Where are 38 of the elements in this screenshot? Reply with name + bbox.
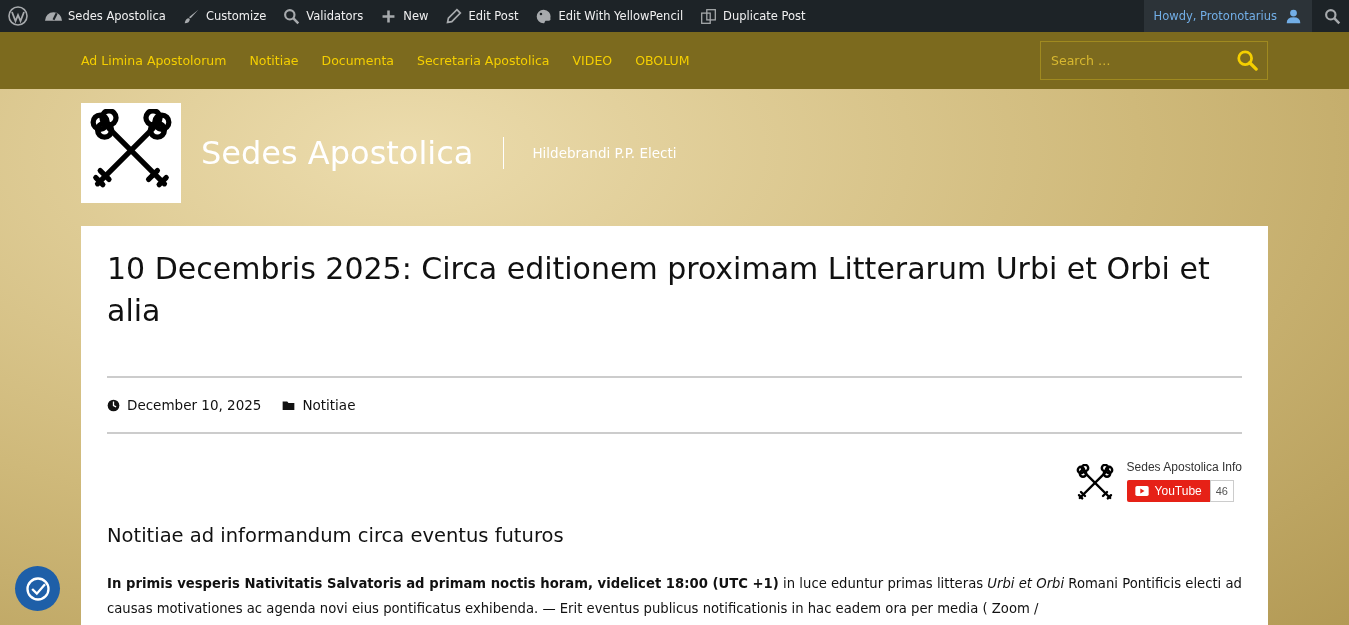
site-logo[interactable]: [81, 103, 181, 203]
palette-icon: [535, 7, 553, 25]
nav-link[interactable]: Documenta: [321, 53, 394, 68]
wordpress-logo-icon[interactable]: [8, 6, 28, 26]
admin-bar-link[interactable]: Edit Post: [468, 9, 519, 23]
site-tagline: Hildebrandi P.P. Electi: [532, 145, 677, 161]
nav-link[interactable]: Ad Limina Apostolorum: [81, 53, 227, 68]
search-field[interactable]: Search …: [1040, 41, 1268, 80]
pencil-icon: [445, 7, 463, 25]
admin-bar-link[interactable]: Customize: [205, 9, 267, 23]
user-icon: [1285, 7, 1302, 25]
gauge-icon: [45, 11, 62, 21]
magnifier-icon: [283, 7, 301, 25]
youtube-subscribe-button[interactable]: YouTube: [1126, 480, 1210, 502]
search-icon[interactable]: [1236, 49, 1258, 71]
nav-link[interactable]: VIDEO: [572, 53, 613, 68]
post-category[interactable]: Notitiae: [302, 397, 356, 413]
account-menu[interactable]: Howdy, Protonotarius: [1143, 0, 1312, 32]
admin-bar-link[interactable]: Edit With YellowPencil: [558, 9, 684, 23]
section-heading: Notitiae ad informandum circa eventus futuros: [107, 524, 565, 547]
clock-icon: [107, 398, 120, 412]
nav-link[interactable]: Secretaria Apostolica: [416, 53, 550, 68]
channel-name: Sedes Apostolica Info: [1126, 460, 1242, 474]
paragraph: In primis vesperis Nativitatis Salvatoris ad primam noctis horam, videlicet 18:00 (UTC +1) in luce eduntur primas litteras Urbi et Orbi Romani Pontificis electi ad causas motivationes ac agenda novi eius pontificatus exhibenda. — Erit eventus publicus notificationis in hac eadem ora per media ( Zoom /: [107, 575, 1242, 618]
nav-link[interactable]: OBOLUM: [635, 53, 690, 68]
play-icon: [1134, 486, 1149, 496]
paintbrush-icon: [182, 7, 200, 25]
admin-bar-link[interactable]: Validators: [306, 9, 364, 23]
post-title: 10 Decembris 2025: Circa editionem proximam Litterarum Urbi et Orbi et alia: [107, 250, 1211, 330]
nav-link[interactable]: Notitiae: [249, 53, 299, 68]
admin-bar-link[interactable]: Sedes Apostolica: [68, 9, 166, 23]
search-icon[interactable]: [1324, 7, 1341, 25]
copy-icon: [700, 7, 718, 25]
accessibility-icon: [23, 574, 52, 603]
subscriber-count: 46: [1209, 480, 1234, 502]
post-date[interactable]: December 10, 2025: [127, 397, 262, 413]
admin-bar-link[interactable]: Duplicate Post: [723, 9, 806, 23]
admin-bar-link[interactable]: New: [403, 9, 429, 23]
